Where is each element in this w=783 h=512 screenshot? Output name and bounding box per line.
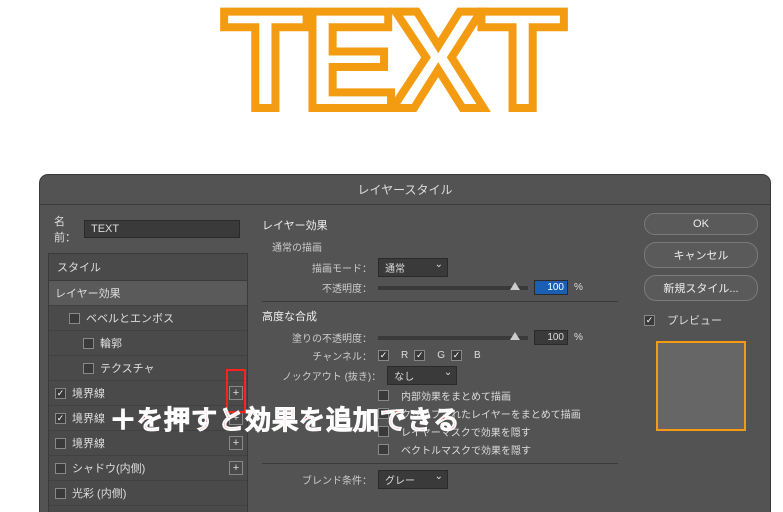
opacity-label: 不透明度： <box>282 280 372 295</box>
sidebar-item-2[interactable]: 輪郭 <box>49 331 247 356</box>
style-sidebar: スタイル レイヤー効果ベベルとエンボス輪郭テクスチャ境界線+境界線+境界線+シャ… <box>48 253 248 512</box>
sidebar-checkbox-4[interactable] <box>55 388 66 399</box>
channel-r-checkbox[interactable] <box>378 350 389 361</box>
knockout-select[interactable]: なし <box>387 366 457 385</box>
channel-r-label: R <box>401 350 408 361</box>
opt4-checkbox[interactable] <box>378 444 389 455</box>
sidebar-item-6[interactable]: 境界線 + <box>49 431 247 456</box>
sidebar-label-3: テクスチャ <box>100 360 155 376</box>
sidebar-label-2: 輪郭 <box>100 335 122 351</box>
opt3-checkbox[interactable] <box>378 426 389 437</box>
section-advanced: 高度な合成 <box>262 308 618 324</box>
dialog-title: レイヤースタイル <box>40 175 770 205</box>
opacity-slider[interactable] <box>378 286 528 290</box>
sidebar-checkbox-3[interactable] <box>83 363 94 374</box>
sidebar-checkbox-5[interactable] <box>55 413 66 424</box>
fill-opacity-input[interactable] <box>534 330 568 345</box>
add-effect-button-6[interactable]: + <box>229 436 243 450</box>
channel-b-checkbox[interactable] <box>451 350 462 361</box>
sidebar-checkbox-2[interactable] <box>83 338 94 349</box>
sidebar-label-5: 境界線 <box>72 410 105 426</box>
opt1-checkbox[interactable] <box>378 390 389 401</box>
preview-label: プレビュー <box>667 312 722 328</box>
sidebar-label-7: シャドウ(内側) <box>72 460 145 476</box>
blend-cond-label: ブレンド条件： <box>282 472 372 487</box>
channel-label: チャンネル： <box>282 348 372 363</box>
settings-panel: レイヤー効果 通常の描画 描画モード： 通常 不透明度： % 高度な合成 塗りの… <box>248 205 632 512</box>
opt3-label: レイヤーマスクで効果を隠す <box>401 424 531 439</box>
blend-cond-select[interactable]: グレー <box>378 470 448 489</box>
add-effect-button-5[interactable]: + <box>229 411 243 425</box>
sidebar-item-9[interactable]: サテン <box>49 506 247 512</box>
sidebar-label-4: 境界線 <box>72 385 105 401</box>
knockout-label: ノックアウト (抜き)： <box>282 368 381 383</box>
fill-opacity-slider[interactable] <box>378 336 528 340</box>
percent-label-2: % <box>574 332 583 343</box>
subsection-normal-draw: 通常の描画 <box>272 239 618 254</box>
fill-opacity-label: 塗りの不透明度： <box>282 330 372 345</box>
sidebar-item-5[interactable]: 境界線 + <box>49 406 247 431</box>
sidebar-item-0[interactable]: レイヤー効果 <box>49 281 247 306</box>
percent-label: % <box>574 282 583 293</box>
sidebar-item-1[interactable]: ベベルとエンボス <box>49 306 247 331</box>
opt1-label: 内部効果をまとめて描画 <box>401 388 511 403</box>
sidebar-checkbox-8[interactable] <box>55 488 66 499</box>
layer-name-input[interactable] <box>84 220 240 238</box>
sidebar-label-8: 光彩 (内側) <box>72 485 126 501</box>
sidebar-label-1: ベベルとエンボス <box>86 310 174 326</box>
name-label: 名前： <box>54 213 76 245</box>
button-panel: OK キャンセル 新規スタイル... プレビュー <box>632 205 770 512</box>
opacity-input[interactable] <box>534 280 568 295</box>
cancel-button[interactable]: キャンセル <box>644 242 758 268</box>
sidebar-header: スタイル <box>49 254 247 281</box>
opt4-label: ベクトルマスクで効果を隠す <box>401 442 531 457</box>
section-layer-effects: レイヤー効果 <box>262 217 618 233</box>
blend-mode-select[interactable]: 通常 <box>378 258 448 277</box>
channel-g-label: G <box>437 350 445 361</box>
sidebar-label-6: 境界線 <box>72 435 105 451</box>
add-effect-button-4[interactable]: + <box>229 386 243 400</box>
opt2-checkbox[interactable] <box>378 408 389 419</box>
preview-swatch <box>656 341 746 431</box>
sidebar-checkbox-6[interactable] <box>55 438 66 449</box>
sidebar-item-4[interactable]: 境界線 + <box>49 381 247 406</box>
preview-checkbox[interactable] <box>644 315 655 326</box>
sidebar-checkbox-1[interactable] <box>69 313 80 324</box>
new-style-button[interactable]: 新規スタイル... <box>644 275 758 301</box>
channel-b-label: B <box>474 350 481 361</box>
opt2-label: クリップされたレイヤーをまとめて描画 <box>401 406 581 421</box>
channel-g-checkbox[interactable] <box>414 350 425 361</box>
sidebar-label-0: レイヤー効果 <box>55 285 121 301</box>
sidebar-checkbox-7[interactable] <box>55 463 66 474</box>
sidebar-item-8[interactable]: 光彩 (内側) <box>49 481 247 506</box>
sidebar-item-7[interactable]: シャドウ(内側) + <box>49 456 247 481</box>
blend-mode-label: 描画モード： <box>282 260 372 275</box>
add-effect-button-7[interactable]: + <box>229 461 243 475</box>
sample-text: TEXT <box>0 0 783 130</box>
layer-style-dialog: レイヤースタイル 名前： スタイル レイヤー効果ベベルとエンボス輪郭テクスチャ境… <box>40 175 770 512</box>
ok-button[interactable]: OK <box>644 213 758 235</box>
sidebar-item-3[interactable]: テクスチャ <box>49 356 247 381</box>
